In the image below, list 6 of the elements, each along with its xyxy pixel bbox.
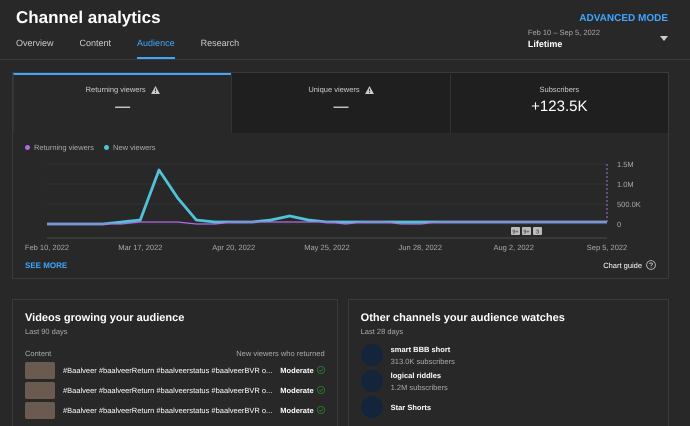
metric-value: — <box>115 98 130 115</box>
page-title: Channel analytics <box>16 8 161 28</box>
panel-title: Videos growing your audience <box>25 312 186 324</box>
panel-title: Other channels your audience watches <box>360 312 566 324</box>
metric-value: — <box>333 98 348 115</box>
metric-value: +123.5K <box>531 98 588 115</box>
